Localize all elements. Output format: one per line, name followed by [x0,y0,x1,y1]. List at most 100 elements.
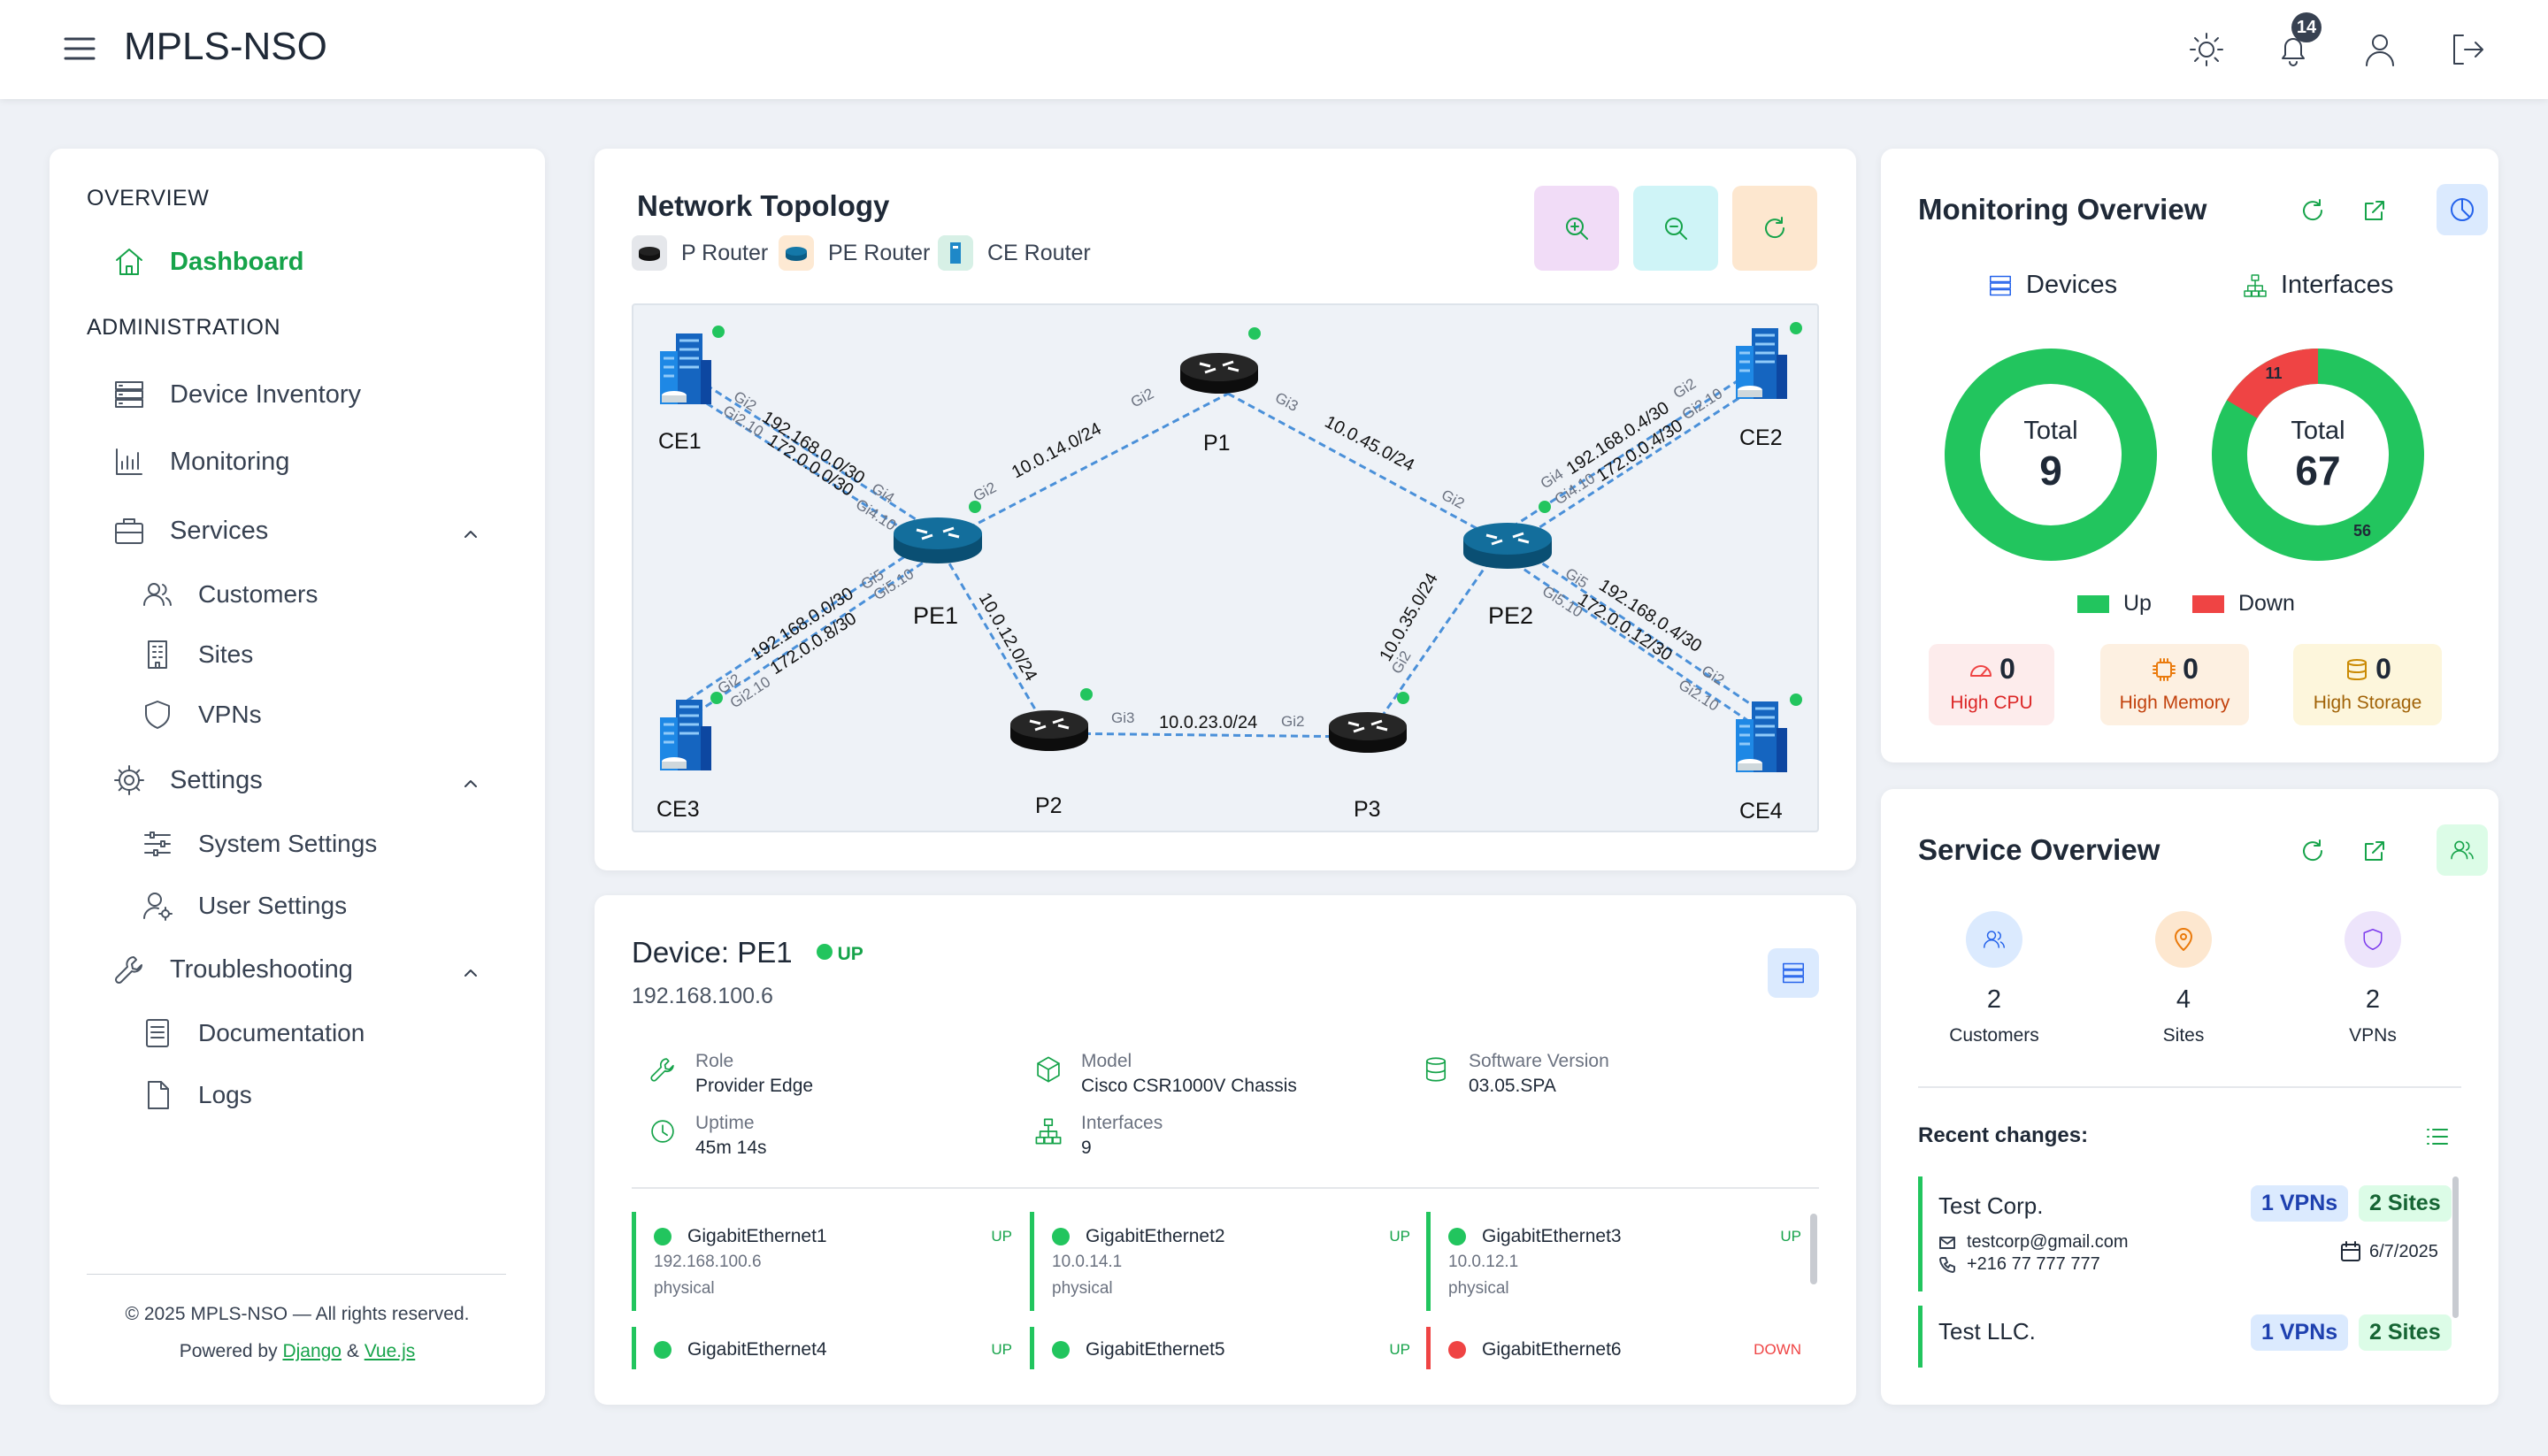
user-icon[interactable] [2359,28,2401,71]
sidebar-item-settings[interactable]: Settings [111,762,263,798]
external-link-icon[interactable] [2360,196,2389,225]
service-sites[interactable]: 4 Sites [2104,911,2263,1046]
topology-canvas[interactable]: 10.0.14.0/24 10.0.45.0/24 10.0.12.0/24 1… [632,303,1819,832]
interface-ip: 10.0.14.1 [1052,1253,1123,1271]
node-ce4[interactable]: CE4 [1734,694,1802,824]
service-vpns[interactable]: 2 VPNs [2293,911,2452,1046]
sidebar-item-monitoring[interactable]: Monitoring [111,444,289,479]
sidebar-item-customers[interactable]: Customers [140,577,318,612]
metric-label: High Memory [2119,693,2230,713]
interface-card[interactable]: GigabitEthernet3 UP 10.0.12.1 physical [1426,1212,1801,1311]
sidebar-divider [87,1274,506,1275]
prop-label: Role [695,1051,734,1071]
app-brand[interactable]: MPLS-NSO [124,25,327,69]
interface-card[interactable]: GigabitEthernet1 UP 192.168.100.6 physica… [632,1212,1012,1311]
interface-name: GigabitEthernet6 [1482,1339,1622,1360]
high-cpu-metric[interactable]: 0 High CPU [1929,644,2054,725]
list-icon[interactable] [2424,1123,2451,1150]
vpn-count-badge[interactable]: 1 VPNs [2251,1185,2349,1222]
node-ce1[interactable]: CE1 [658,326,725,454]
node-pe1[interactable]: PE1 [892,501,984,629]
file-icon [148,1081,169,1109]
topology-links [677,365,1769,739]
zoom-out-button[interactable] [1633,186,1718,271]
menu-icon[interactable] [62,34,97,64]
sidebar-item-services[interactable]: Services [111,513,268,548]
sidebar-item-sites[interactable]: Sites [140,637,253,672]
sidebar-item-vpns[interactable]: VPNs [140,697,262,732]
interface-name: GigabitEthernet2 [1086,1226,1225,1246]
sidebar-item-label: Logs [198,1081,252,1108]
prop-value: 9 [1081,1138,1092,1158]
sidebar-item-user-settings[interactable]: User Settings [140,888,347,923]
refresh-topology-button[interactable] [1732,186,1817,271]
device-inventory-button[interactable] [1768,948,1819,998]
sidebar-item-documentation[interactable]: Documentation [140,1015,365,1051]
node-p2[interactable]: P2 [1009,688,1093,818]
high-memory-metric[interactable]: 0 High Memory [2100,644,2249,725]
sidebar-item-label: Settings [170,765,263,794]
node-ce3[interactable]: CE3 [656,692,723,822]
high-storage-metric[interactable]: 0 High Storage [2293,644,2442,725]
port-label: Gi3 [1111,709,1134,726]
chevron-up-icon[interactable] [460,962,481,984]
recent-changes-scrollbar[interactable] [2452,1176,2459,1318]
sidebar-item-troubleshooting[interactable]: Troubleshooting [111,952,353,987]
refresh-icon[interactable] [2299,837,2327,865]
zoom-in-button[interactable] [1534,186,1619,271]
prop-interfaces: Interfaces 9 [1033,1113,1163,1159]
sidebar-item-label: Customers [198,580,318,608]
sidebar-item-system-settings[interactable]: System Settings [140,826,377,862]
vue-link[interactable]: Vue.js [365,1341,416,1361]
donut-total-value: 9 [2039,448,2062,494]
monitoring-chart-button[interactable] [2437,184,2488,235]
interface-ip: 192.168.100.6 [654,1253,762,1271]
refresh-icon[interactable] [2299,196,2327,225]
node-label: PE1 [913,602,958,629]
chevron-up-icon[interactable] [460,773,481,794]
external-link-icon[interactable] [2360,837,2389,865]
metric-value: 0 [2375,653,2391,685]
site-count-badge[interactable]: 2 Sites [2359,1314,2452,1351]
topology-graph[interactable]: 10.0.14.0/24 10.0.45.0/24 10.0.12.0/24 1… [633,305,1817,831]
interface-card[interactable]: GigabitEthernet5 UP [1030,1327,1410,1369]
prop-value: 45m 14s [695,1138,767,1158]
legend-up-label: Up [2123,591,2152,616]
interface-card[interactable]: GigabitEthernet6 DOWN [1426,1327,1801,1369]
service-users-button[interactable] [2437,824,2488,876]
sliders-icon [144,831,171,856]
phone-icon [1939,1256,1955,1273]
node-p1[interactable]: P1 [1178,327,1261,456]
legend-p-router: P Router [632,235,768,271]
django-link[interactable]: Django [282,1341,342,1361]
node-pe2[interactable]: PE2 [1462,501,1554,629]
node-p3[interactable]: P3 [1327,692,1409,822]
sun-icon[interactable] [2185,28,2228,71]
interface-card[interactable]: GigabitEthernet4 UP [632,1327,1012,1369]
sidebar-item-dashboard[interactable]: Dashboard [111,244,303,280]
interface-name: GigabitEthernet3 [1482,1226,1622,1246]
briefcase-icon [115,518,143,544]
node-ce2[interactable]: CE2 [1734,322,1802,450]
sidebar-item-logs[interactable]: Logs [140,1077,252,1113]
recent-phone: +216 77 777 777 [1967,1254,2100,1274]
metric-label: High Storage [2313,693,2422,713]
interface-type: physical [1448,1279,1509,1298]
zoom-in-icon [1566,218,1588,240]
interfaces-scrollbar[interactable] [1810,1214,1817,1284]
vpn-count-badge[interactable]: 1 VPNs [2251,1314,2349,1351]
monitoring-title: Monitoring Overview [1918,193,2207,226]
service-customers[interactable]: 2 Customers [1915,911,2074,1046]
port-label: Gi2 [1439,487,1467,512]
sidebar-item-device-inventory[interactable]: Device Inventory [111,377,361,412]
sidebar-item-label: User Settings [198,892,348,919]
service-divider [1918,1086,2461,1088]
logout-icon[interactable] [2445,28,2488,71]
donut-legend: Up Down [2077,591,2295,617]
chevron-up-icon[interactable] [460,524,481,545]
site-count-badge[interactable]: 2 Sites [2359,1185,2452,1222]
server-icon [1990,275,2011,295]
interface-card[interactable]: GigabitEthernet2 UP 10.0.14.1 physical [1030,1212,1410,1311]
prop-label: Interfaces [1081,1113,1163,1133]
shield-icon [2363,929,2383,950]
